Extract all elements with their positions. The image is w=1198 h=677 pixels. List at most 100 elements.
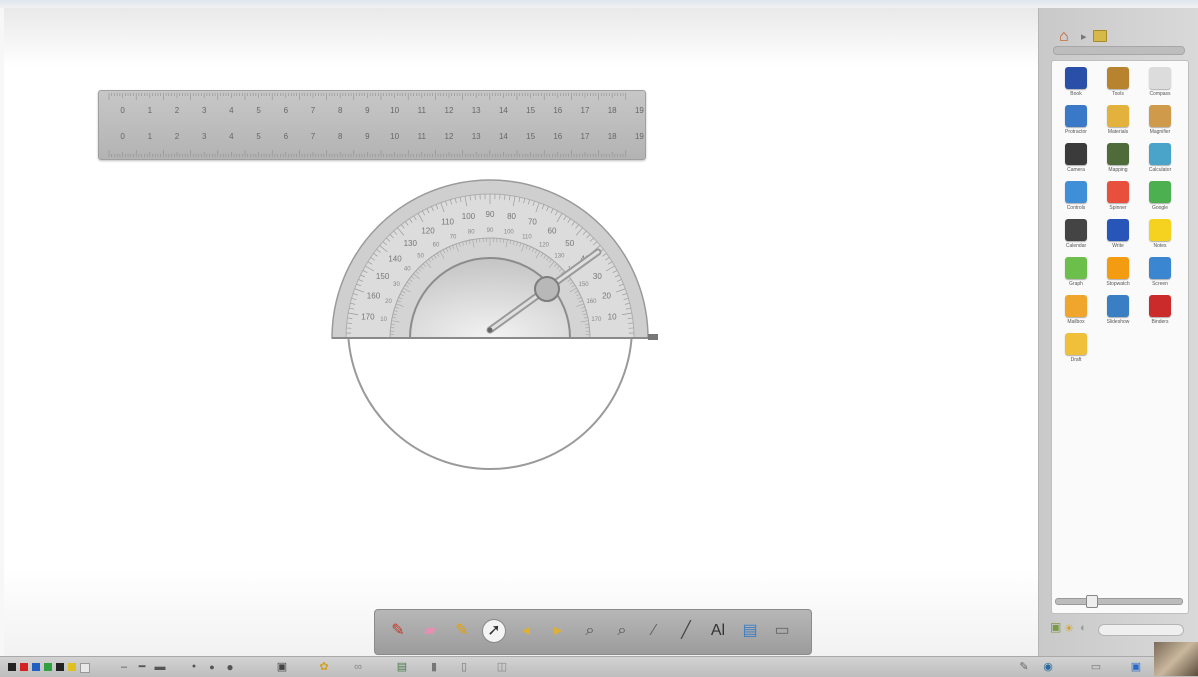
protractor-tool[interactable]: 1701601501401301201101009080706050403020…	[320, 172, 670, 482]
line-thick-icon[interactable]: ▬	[154, 661, 166, 673]
gallery-item-stopwatch[interactable]: Stopwatch	[1098, 257, 1138, 295]
gallery-item-protractor[interactable]: Protractor	[1056, 105, 1096, 143]
zoom-controls: ▣ ☀ ◐	[1050, 620, 1190, 638]
ruler-label: 12	[445, 106, 454, 115]
ruler-label: 13	[472, 106, 481, 115]
gallery-size-slider[interactable]	[1055, 598, 1183, 605]
ruler-label: 5	[256, 132, 261, 141]
gallery-item-graph[interactable]: Graph	[1056, 257, 1096, 295]
keyboard-tool[interactable]: ▭	[771, 620, 793, 642]
color-swatch-blue[interactable]	[32, 663, 40, 671]
dot-large-icon[interactable]: ●	[224, 661, 236, 673]
gallery-item-label: Binders	[1140, 319, 1180, 325]
color-swatch-white[interactable]	[80, 663, 90, 673]
home-icon[interactable]: ⌂	[1059, 28, 1069, 46]
gallery-item-mailbox[interactable]: Mailbox	[1056, 295, 1096, 333]
gallery-item-calculator[interactable]: Calculator	[1140, 143, 1180, 181]
line-thin-icon[interactable]: –	[118, 661, 130, 673]
gallery-item-tools[interactable]: Tools	[1098, 67, 1138, 105]
ruler-label: 9	[365, 106, 370, 115]
page-tray-icon[interactable]: ▣	[1050, 620, 1061, 634]
gallery-item-binders[interactable]: Binders	[1140, 295, 1180, 333]
dot-small-icon[interactable]: ●	[188, 661, 200, 673]
color-swatch-red[interactable]	[20, 663, 28, 671]
document-icon[interactable]: ▭	[1090, 661, 1102, 673]
ruler-label: 14	[499, 106, 508, 115]
ruler-label: 16	[553, 132, 562, 141]
gallery-item-camera[interactable]: Camera	[1056, 143, 1096, 181]
protractor-outer-label: 140	[388, 254, 402, 263]
monitor-icon[interactable]: ▣	[1130, 661, 1142, 673]
window-top-strip	[0, 0, 1198, 8]
color-swatch-black[interactable]	[8, 663, 16, 671]
gallery-item-label: Camera	[1056, 167, 1096, 173]
protractor-outer-label: 30	[593, 272, 602, 281]
pointer-tool[interactable]: ➚	[483, 620, 505, 642]
ruler-label: 5	[256, 106, 261, 115]
protractor-inner-label: 30	[393, 282, 400, 288]
gallery-item-slideshow[interactable]: Slideshow	[1098, 295, 1138, 333]
link-icon[interactable]: ∞	[352, 661, 364, 673]
protractor-inner-label: 20	[385, 299, 392, 305]
color-swatch-dark[interactable]	[56, 663, 64, 671]
settings-icon[interactable]: ◫	[496, 661, 508, 673]
ruler-label: 10	[390, 106, 399, 115]
color-swatch-green[interactable]	[44, 663, 52, 671]
color-swatch-yellow[interactable]	[68, 663, 76, 671]
gallery-icon[interactable]: ✿	[318, 661, 330, 673]
zoom-out-tool[interactable]: ⌕	[611, 620, 633, 642]
undo-tool[interactable]: ◂	[515, 620, 537, 642]
line-tool[interactable]: ╱	[675, 620, 697, 642]
ruler-label: 18	[608, 106, 617, 115]
zoom-in-tool[interactable]: ⌕	[579, 620, 601, 642]
highlighter-tool[interactable]: ✎	[451, 620, 473, 642]
gallery-item-label: Google	[1140, 205, 1180, 211]
gallery-item-materials[interactable]: Materials	[1098, 105, 1138, 143]
gallery-item-controls[interactable]: Controls	[1056, 181, 1096, 219]
graph-icon	[1065, 257, 1087, 279]
redo-tool[interactable]: ▸	[547, 620, 569, 642]
moon-icon[interactable]: ◐	[1080, 622, 1087, 634]
gallery-item-write[interactable]: Write	[1098, 219, 1138, 257]
gallery-item-draft[interactable]: Draft	[1056, 333, 1096, 371]
ruler-tool[interactable]: 012345678910111213141516171819 012345678…	[98, 90, 646, 160]
gallery-top-scrollbar[interactable]	[1053, 46, 1185, 55]
properties-icon[interactable]: ▯	[458, 661, 470, 673]
gallery-item-mapping[interactable]: Mapping	[1098, 143, 1138, 181]
dot-medium-icon[interactable]: ●	[206, 661, 218, 673]
screen-shade-icon[interactable]: ▣	[276, 661, 288, 673]
magic-pen-tool[interactable]: ⁄	[643, 620, 665, 642]
gallery-item-book[interactable]: Book	[1056, 67, 1096, 105]
ruler-label: 6	[284, 132, 289, 141]
eraser-tool[interactable]: ▰	[419, 620, 441, 642]
zoom-slider[interactable]	[1098, 624, 1184, 636]
gallery-item-label: Controls	[1056, 205, 1096, 211]
pen-tray-icon[interactable]: ✎	[1018, 661, 1030, 673]
gallery-item-spinner[interactable]: Spinner	[1098, 181, 1138, 219]
folder-icon[interactable]	[1093, 30, 1107, 42]
gallery-item-calendar[interactable]: Calendar	[1056, 219, 1096, 257]
text-tool[interactable]: Al	[707, 620, 729, 642]
gallery-item-compass[interactable]: Compass	[1140, 67, 1180, 105]
gallery-item-magnifier[interactable]: Magnifier	[1140, 105, 1180, 143]
shape-tool[interactable]: ▤	[739, 620, 761, 642]
protractor-outer-label: 160	[367, 292, 381, 301]
gallery-panel: ⌂ ▸ BookToolsCompassProtractorMaterialsM…	[1038, 8, 1198, 658]
gallery-item-label: Calendar	[1056, 243, 1096, 249]
gallery-item-notes[interactable]: Notes	[1140, 219, 1180, 257]
protractor-arm-knob[interactable]	[535, 277, 559, 301]
gallery-slider-knob[interactable]	[1086, 595, 1098, 608]
slideshow-icon	[1107, 295, 1129, 317]
protractor-handle[interactable]	[648, 334, 658, 340]
attachment-icon[interactable]: ▮	[428, 661, 440, 673]
line-medium-icon[interactable]: ━	[136, 661, 148, 673]
protractor-outer-label: 80	[507, 212, 516, 221]
gallery-item-screen[interactable]: Screen	[1140, 257, 1180, 295]
red-pen-tool[interactable]: ✎	[387, 620, 409, 642]
protractor-outer-label: 100	[462, 212, 476, 221]
gallery-item-label: Notes	[1140, 243, 1180, 249]
sun-icon[interactable]: ☀	[1064, 622, 1074, 635]
globe-icon[interactable]: ◉	[1042, 661, 1054, 673]
page-sorter-icon[interactable]: ▤	[396, 661, 408, 673]
gallery-item-google[interactable]: Google	[1140, 181, 1180, 219]
